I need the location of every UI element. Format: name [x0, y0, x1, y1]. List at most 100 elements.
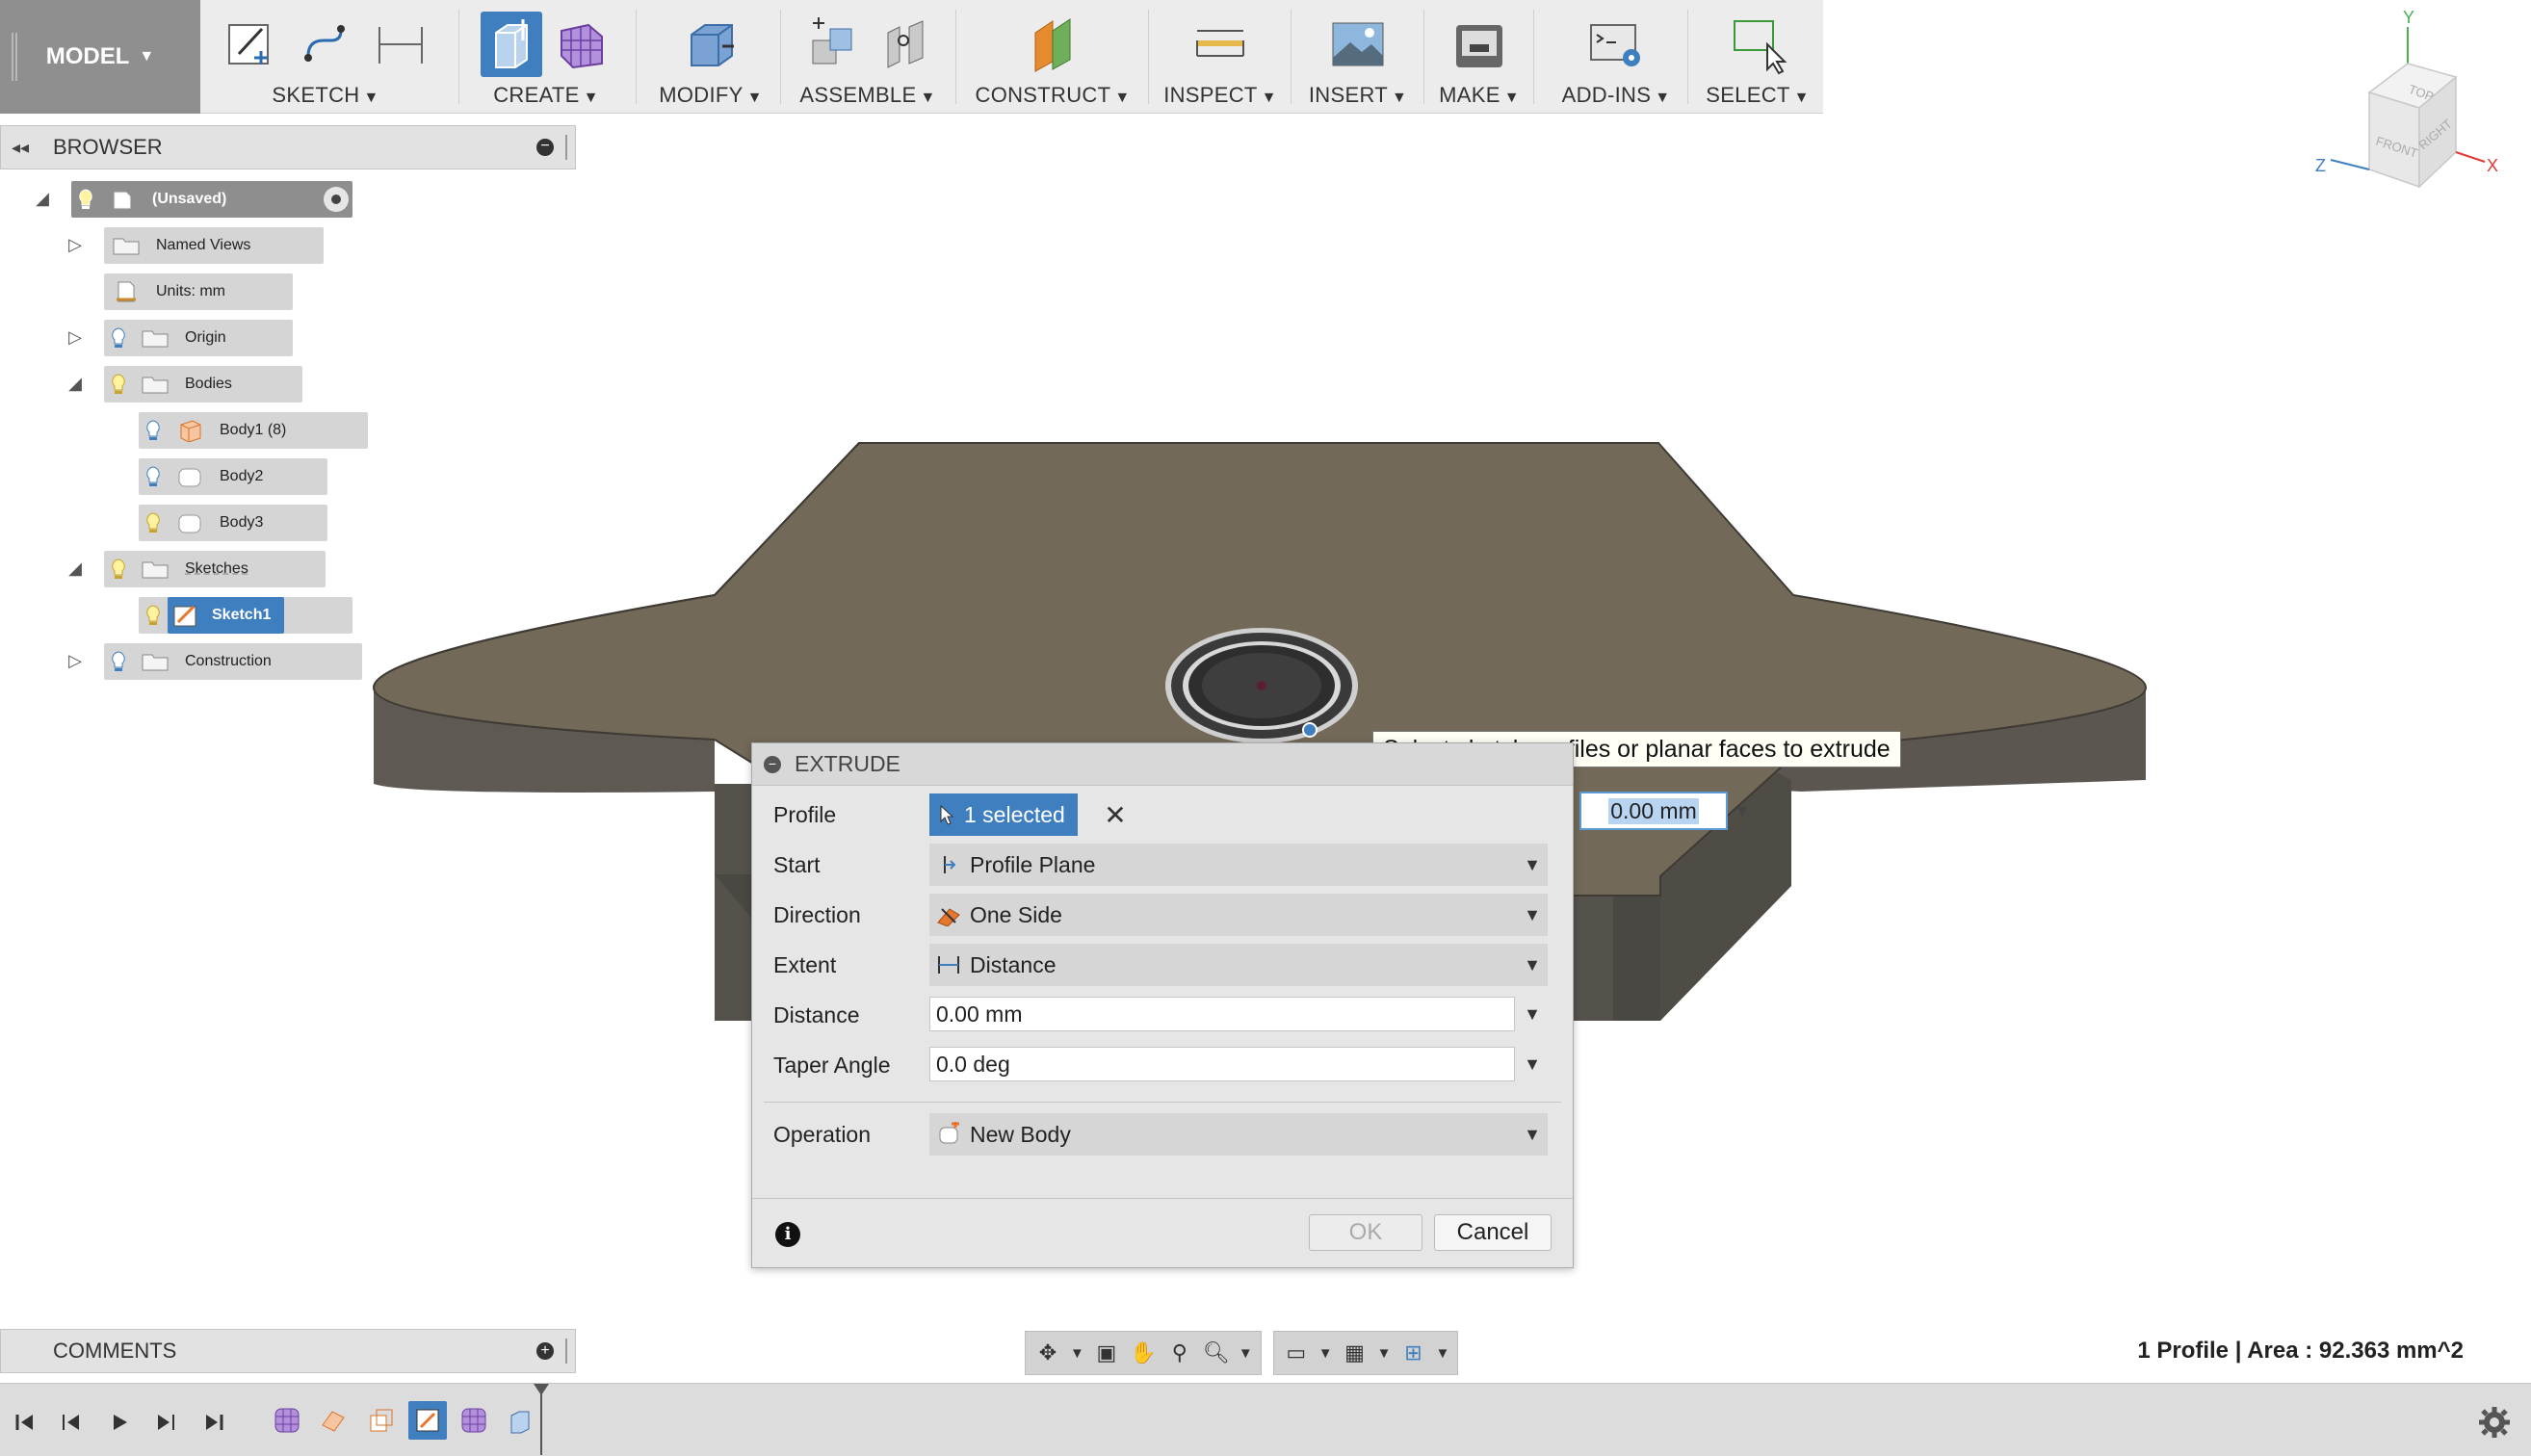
- sketch-group[interactable]: SKETCH ▼: [206, 0, 445, 114]
- inspect-group[interactable]: INSPECT ▼: [1154, 0, 1287, 114]
- panel-grab-handle[interactable]: [565, 135, 569, 160]
- distance-float-field[interactable]: 0.00 mm: [1579, 792, 1728, 830]
- modify-group[interactable]: MODIFY ▼: [643, 0, 778, 114]
- tree-item-body1[interactable]: Body1 (8): [139, 412, 368, 449]
- pan-hand-icon[interactable]: ✋: [1129, 1339, 1158, 1367]
- lightbulb-icon[interactable]: [104, 551, 133, 587]
- tree-item-body2[interactable]: Body2: [139, 458, 327, 495]
- construct-group[interactable]: CONSTRUCT ▼: [961, 0, 1144, 114]
- timeline-active-sketch-icon[interactable]: [408, 1401, 447, 1440]
- lightbulb-icon[interactable]: [71, 181, 100, 218]
- create-sketch-icon[interactable]: [220, 12, 281, 77]
- distance-manipulator-input[interactable]: 0.00 mm ▼: [1579, 792, 1757, 830]
- chevron-down-icon[interactable]: ▼: [1517, 997, 1548, 1031]
- lightbulb-icon[interactable]: [104, 643, 133, 680]
- expanded-arrow-icon[interactable]: ◢: [64, 374, 87, 394]
- comments-panel-header[interactable]: COMMENTS +: [0, 1329, 576, 1373]
- play-icon[interactable]: [100, 1403, 139, 1442]
- browser-root-item[interactable]: (Unsaved): [71, 181, 352, 218]
- tree-item-named-views[interactable]: Named Views: [104, 227, 324, 264]
- clear-selection-icon[interactable]: ✕: [1099, 793, 1132, 836]
- toolbar-grip[interactable]: [12, 33, 17, 81]
- window-select-icon[interactable]: [1727, 12, 1788, 77]
- tree-item-construction[interactable]: Construction: [104, 643, 362, 680]
- collapsed-arrow-icon[interactable]: ▷: [64, 235, 87, 255]
- measure-icon[interactable]: [1189, 12, 1251, 77]
- form-icon[interactable]: [550, 12, 612, 77]
- collapse-dialog-icon[interactable]: −: [764, 755, 781, 773]
- lightbulb-icon[interactable]: [139, 458, 168, 495]
- add-comment-icon[interactable]: +: [536, 1342, 554, 1360]
- joint-icon[interactable]: [874, 12, 936, 77]
- display-settings-icon[interactable]: ▭: [1282, 1339, 1311, 1367]
- minimize-icon[interactable]: −: [536, 139, 554, 156]
- extrude-dialog-header[interactable]: − EXTRUDE: [752, 743, 1573, 786]
- lightbulb-icon[interactable]: [104, 366, 133, 403]
- offset-plane-icon[interactable]: [1022, 12, 1083, 77]
- chevron-down-icon[interactable]: ▼: [1070, 1345, 1084, 1362]
- ok-button[interactable]: OK: [1309, 1214, 1422, 1251]
- tree-item-bodies[interactable]: Bodies: [104, 366, 302, 403]
- lightbulb-icon[interactable]: [104, 320, 133, 356]
- assemble-group[interactable]: ASSEMBLE ▼: [786, 0, 950, 114]
- panel-grab-handle[interactable]: [565, 1339, 569, 1364]
- grid-icon[interactable]: ▦: [1341, 1339, 1370, 1367]
- viewcube[interactable]: Y TOP FRONT RIGHT Z X: [2302, 8, 2514, 200]
- start-dropdown[interactable]: Profile Plane ▼: [929, 844, 1548, 886]
- orbit-icon[interactable]: ✥: [1033, 1339, 1062, 1367]
- addins-group[interactable]: ADD-INS ▼: [1539, 0, 1693, 114]
- sketch1-selected-chip[interactable]: Sketch1: [168, 597, 285, 634]
- sketch-point-icon[interactable]: [1302, 722, 1318, 738]
- lightbulb-icon[interactable]: [139, 505, 168, 541]
- insert-group[interactable]: INSERT ▼: [1296, 0, 1420, 114]
- chevron-down-icon[interactable]: ▼: [1377, 1345, 1392, 1362]
- expanded-arrow-icon[interactable]: ◢: [64, 559, 87, 579]
- step-forward-icon[interactable]: [146, 1403, 185, 1442]
- info-icon[interactable]: i: [775, 1222, 800, 1247]
- expanded-arrow-icon[interactable]: ◢: [31, 189, 54, 209]
- chevron-down-icon[interactable]: ▼: [1318, 1345, 1333, 1362]
- zoom-icon[interactable]: ⚲: [1165, 1339, 1194, 1367]
- operation-dropdown[interactable]: New Body ▼: [929, 1113, 1548, 1156]
- step-back-icon[interactable]: [52, 1403, 91, 1442]
- taper-angle-input[interactable]: 0.0 deg: [929, 1047, 1515, 1081]
- chevron-down-icon[interactable]: ▼: [1435, 1345, 1449, 1362]
- timeline-body-feature-icon[interactable]: [362, 1401, 401, 1440]
- fit-zoom-icon[interactable]: 🔍︎: [1202, 1339, 1231, 1367]
- browser-panel-header[interactable]: ◂◂ BROWSER −: [0, 125, 576, 169]
- make-group[interactable]: MAKE ▼: [1429, 0, 1529, 114]
- create-group[interactable]: CREATE ▼: [466, 0, 626, 114]
- timeline-sketch-feature-icon[interactable]: [314, 1401, 352, 1440]
- direction-dropdown[interactable]: One Side ▼: [929, 894, 1548, 936]
- go-to-start-icon[interactable]: [6, 1403, 44, 1442]
- timeline-marker[interactable]: [534, 1384, 549, 1456]
- chevron-down-icon[interactable]: ▼: [1239, 1345, 1253, 1362]
- activate-radio-icon[interactable]: [324, 187, 349, 212]
- cancel-button[interactable]: Cancel: [1434, 1214, 1552, 1251]
- profile-select-button[interactable]: 1 selected: [929, 793, 1078, 836]
- tree-item-sketch1[interactable]: Sketch1: [139, 597, 352, 634]
- collapsed-arrow-icon[interactable]: ▷: [64, 327, 87, 348]
- chevron-down-icon[interactable]: ▼: [1517, 1047, 1548, 1081]
- viewports-icon[interactable]: ⊞: [1398, 1339, 1427, 1367]
- distance-input[interactable]: 0.00 mm: [929, 997, 1515, 1031]
- line-icon[interactable]: [295, 12, 356, 77]
- go-to-end-icon[interactable]: [195, 1403, 233, 1442]
- timeline-form-feature-icon[interactable]: [268, 1401, 306, 1440]
- chevron-down-icon[interactable]: ▼: [1728, 792, 1757, 830]
- workspace-switcher[interactable]: MODEL ▼: [0, 0, 200, 114]
- extent-dropdown[interactable]: Distance ▼: [929, 944, 1548, 986]
- tree-item-body3[interactable]: Body3: [139, 505, 327, 541]
- timeline-extrude-feature-icon[interactable]: [501, 1401, 539, 1440]
- scripts-addins-icon[interactable]: [1585, 12, 1647, 77]
- collapsed-arrow-icon[interactable]: ▷: [64, 651, 87, 671]
- extrude-icon[interactable]: [481, 12, 542, 77]
- select-group[interactable]: SELECT ▼: [1693, 0, 1822, 114]
- dimension-icon[interactable]: [370, 12, 431, 77]
- tree-item-origin[interactable]: Origin: [104, 320, 293, 356]
- look-at-icon[interactable]: ▣: [1092, 1339, 1121, 1367]
- timeline-form-feature-icon[interactable]: [455, 1401, 493, 1440]
- insert-image-icon[interactable]: [1327, 12, 1389, 77]
- new-component-icon[interactable]: [799, 12, 861, 77]
- collapse-panel-icon[interactable]: ◂◂: [1, 138, 39, 158]
